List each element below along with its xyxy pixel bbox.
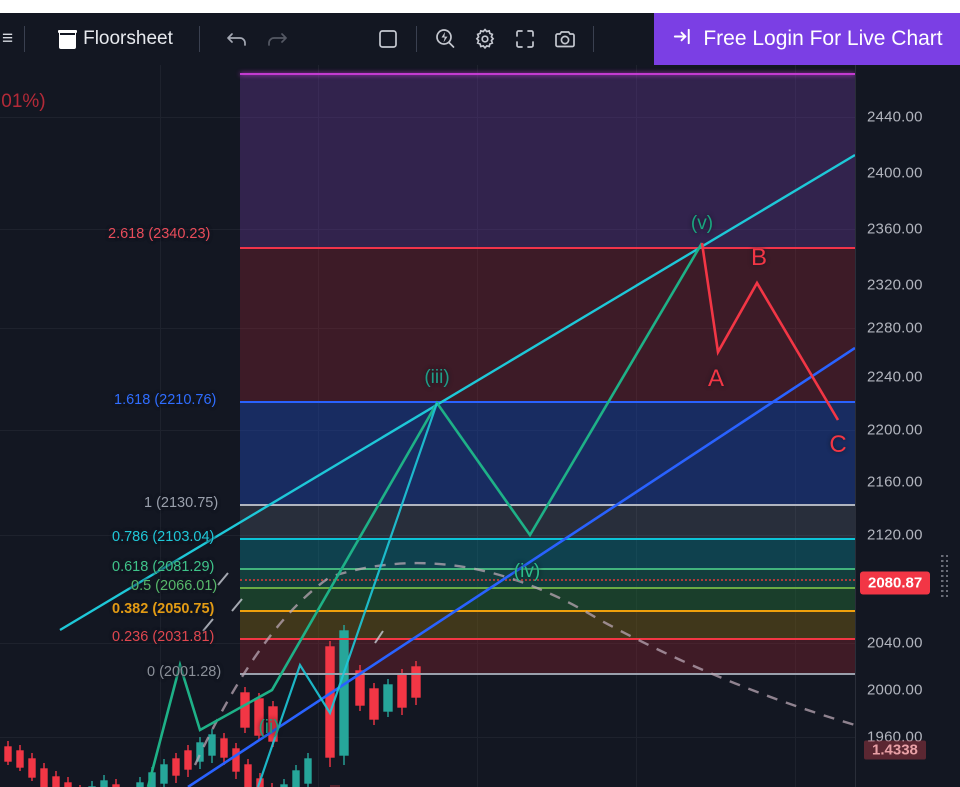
free-login-button[interactable]: Free Login For Live Chart [654,13,960,65]
change-percent-fragment: .01%) [0,91,46,112]
camera-icon [552,26,578,52]
fullscreen-brackets-icon [512,26,538,52]
undo-button[interactable] [218,21,258,57]
fib-line-1 [240,504,855,506]
wave-label-a: A [707,365,725,392]
fullscreen-button[interactable] [505,21,545,57]
toolbar-divider [198,26,200,52]
fib-line-0786 [240,538,855,540]
price-tick: 2440.00 [867,108,923,126]
fib-label-0618: 0.618 (2081.29) [112,559,215,575]
fib-line-0 [240,673,855,675]
toolbar-divider [592,26,594,52]
fib-zone-cyan [240,538,855,568]
layout-button[interactable] [368,21,408,57]
fib-label-0786: 0.786 (2103.04) [112,529,215,545]
redo-button[interactable] [258,21,298,57]
price-tick: 2200.00 [867,421,923,439]
price-tick: 2400.00 [867,164,923,182]
chart-area[interactable]: 2.618 (2340.23) 1.618 (2210.76) 1 (2130.… [0,65,960,787]
fib-line-05 [240,579,855,581]
price-tick: 2040.00 [867,634,923,652]
fib-zone-green [240,587,855,610]
fib-label-2618: 2.618 (2340.23) [108,226,211,242]
lightning-magnifier-icon [432,26,458,52]
wave-label-iv: (iv) [513,561,541,582]
floorsheet-label: Floorsheet [83,28,173,49]
secondary-price-badge: 1.4338 [864,740,926,760]
fib-zone-maroon [240,638,855,673]
price-tick: 2360.00 [867,220,923,238]
wave-label-iii: (iii) [424,367,450,388]
grid-line-h [0,737,855,738]
redo-arrow-icon [265,26,291,52]
fib-line-0618 [240,568,855,570]
price-tick: 2240.00 [867,368,923,386]
toolbar-divider [24,26,26,52]
fib-line-0382 [240,610,855,612]
fib-line-0236 [240,638,855,640]
snapshot-button[interactable] [545,21,585,57]
fib-label-0382: 0.382 (2050.75) [112,601,215,617]
fib-line-magenta [240,73,855,75]
fib-line-05-solid [240,587,855,589]
fib-zone-blue [240,401,855,504]
price-tick: 2320.00 [867,276,923,294]
fib-zone-teal [240,568,855,587]
wave-label-v: (v) [690,213,714,234]
current-price-badge: 2080.87 [860,571,931,595]
layout-square-icon [375,26,401,52]
floorsheet-icon [58,29,78,49]
wave-label-b: B [750,244,768,271]
undo-arrow-icon [225,26,251,52]
fib-zone-purple [240,73,855,247]
toolbar-left-fragment: ≡ [2,28,13,49]
quick-search-button[interactable] [425,21,465,57]
fib-zone-gray [240,504,855,538]
free-login-label: Free Login For Live Chart [703,27,943,50]
browser-chrome-strip [0,0,960,13]
price-axis[interactable]: 2440.00 2400.00 2360.00 2320.00 2280.00 … [855,65,960,787]
gear-icon [472,26,498,52]
wave-label-c: C [829,431,847,458]
fib-zone-olive [240,610,855,638]
fib-label-0236: 0.236 (2031.81) [112,629,215,645]
fib-label-1: 1 (2130.75) [144,495,219,511]
wave-label-ii: (ii) [258,717,280,738]
price-tick: 2160.00 [867,473,923,491]
login-arrow-icon [671,25,694,54]
toolbar-divider [415,26,417,52]
settings-button[interactable] [465,21,505,57]
fib-label-05: 0.5 (2066.01) [131,578,218,594]
fib-label-1618: 1.618 (2210.76) [114,392,217,408]
fib-label-0: 0 (2001.28) [147,664,222,680]
price-tick: 2000.00 [867,681,923,699]
floorsheet-button[interactable]: Floorsheet [55,25,177,53]
price-tick: 2120.00 [867,526,923,544]
price-tick: 2280.00 [867,319,923,337]
chart-plot-area[interactable]: 2.618 (2340.23) 1.618 (2210.76) 1 (2130.… [0,65,855,787]
price-axis-grip[interactable] [941,555,948,597]
fib-line-1618 [240,401,855,403]
